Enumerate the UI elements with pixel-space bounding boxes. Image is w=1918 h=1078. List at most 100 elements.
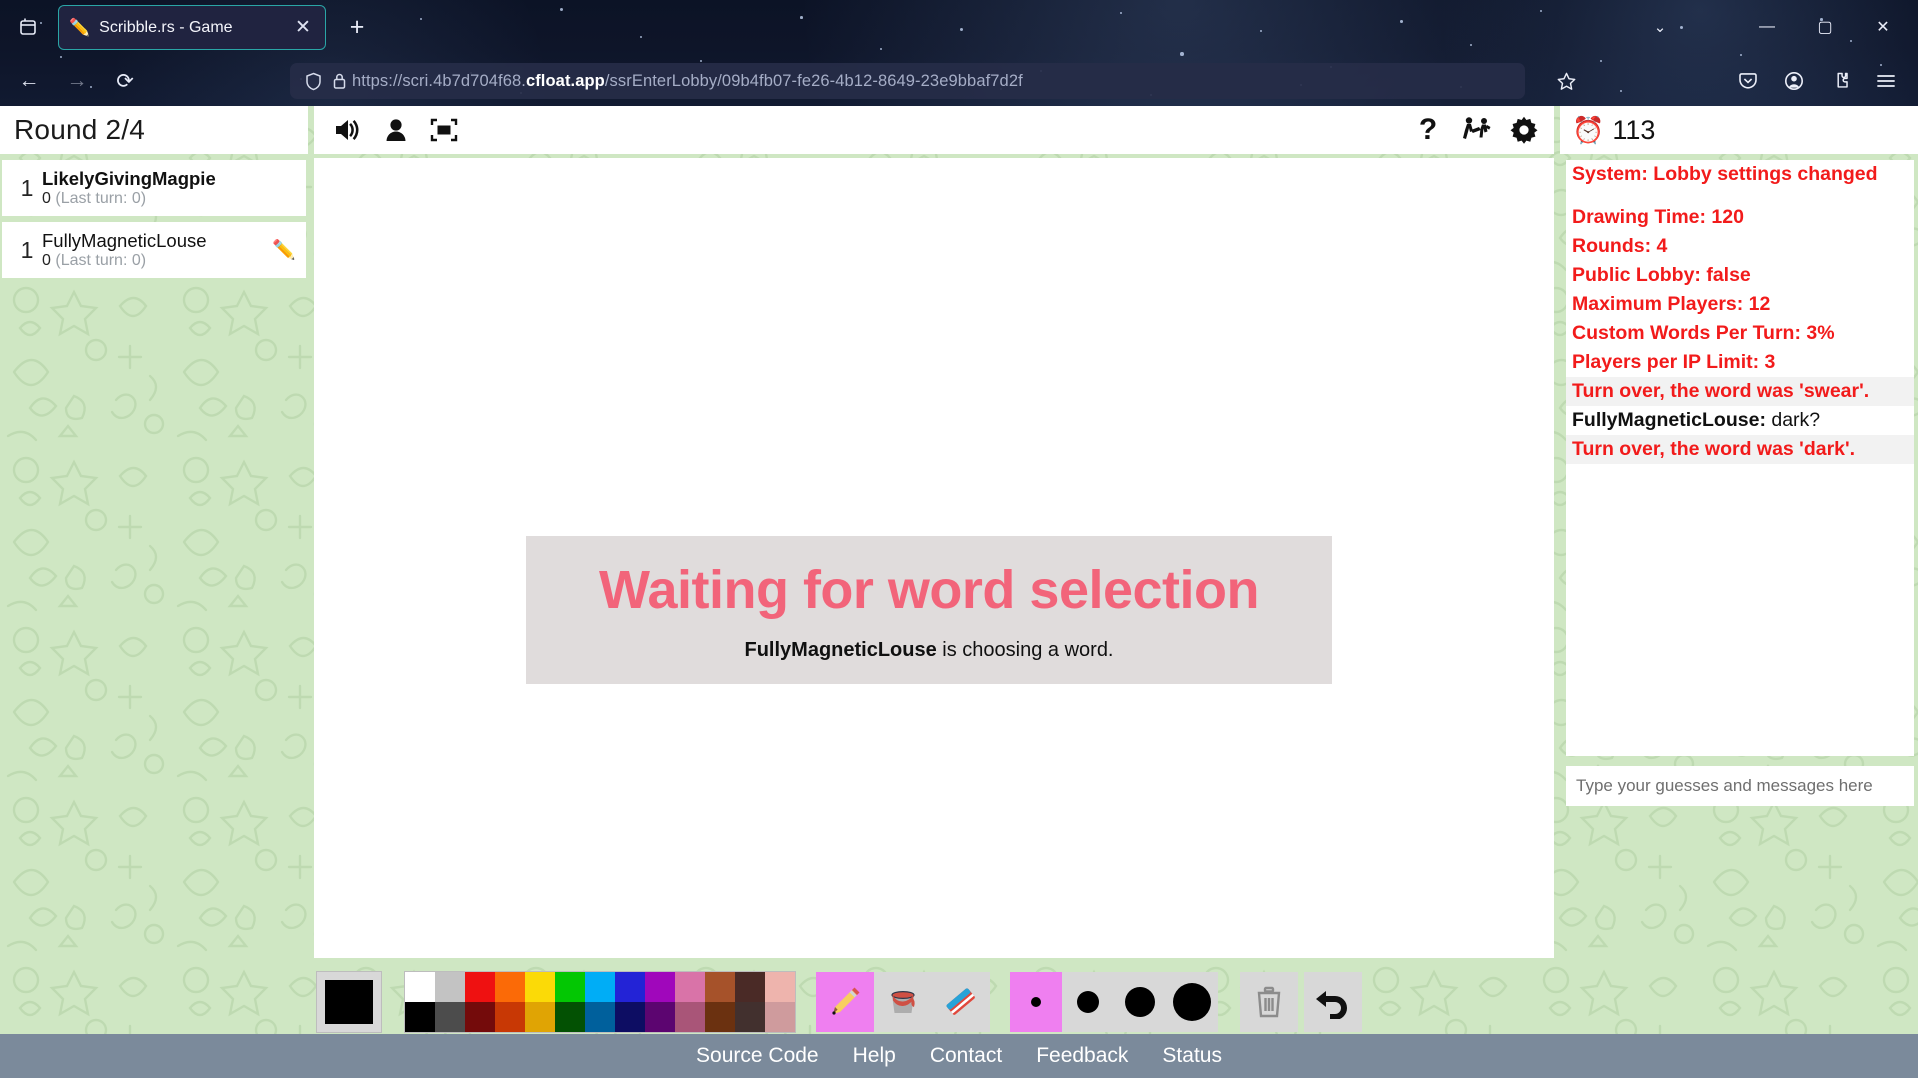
- player-rank: 1: [20, 174, 34, 201]
- chat-system-message: Public Lobby: false: [1572, 263, 1751, 286]
- window-maximize-button[interactable]: ▢: [1796, 7, 1854, 47]
- color-swatch-1-0[interactable]: [435, 972, 465, 1002]
- color-swatch-2-1[interactable]: [465, 1002, 495, 1032]
- back-button[interactable]: ←: [10, 62, 48, 100]
- color-swatch-7-0[interactable]: [615, 972, 645, 1002]
- list-all-tabs-chevron-down-icon[interactable]: ⌄: [1642, 10, 1678, 44]
- footer-link-contact[interactable]: Contact: [930, 1044, 1002, 1068]
- new-tab-button[interactable]: +: [340, 10, 374, 44]
- footer-link-status[interactable]: Status: [1162, 1044, 1222, 1068]
- alarm-clock-icon: ⏰: [1572, 114, 1605, 145]
- color-swatch-6-1[interactable]: [585, 1002, 615, 1032]
- color-swatch-3-0[interactable]: [495, 972, 525, 1002]
- brush-size-1[interactable]: [1010, 972, 1062, 1032]
- help-glyph: ?: [1418, 113, 1438, 146]
- chat-input[interactable]: [1566, 766, 1914, 806]
- drawing-toolbar: [314, 968, 1554, 1036]
- player-list-toggle-icon[interactable]: [372, 108, 420, 152]
- color-swatch-9-0[interactable]: [675, 972, 705, 1002]
- color-swatch-10-0[interactable]: [705, 972, 735, 1002]
- eraser-tool[interactable]: [932, 972, 990, 1032]
- brush-size-2[interactable]: [1062, 972, 1114, 1032]
- player-rank: 1: [20, 236, 34, 263]
- drawing-canvas[interactable]: Waiting for word selection FullyMagnetic…: [314, 158, 1554, 958]
- chat-user-message: FullyMagneticLouse: dark?: [1566, 406, 1914, 435]
- footer-link-source-code[interactable]: Source Code: [696, 1044, 819, 1068]
- round-timer: ⏰ 113: [1560, 106, 1918, 154]
- drawing-pencil-icon: ✏️: [272, 240, 296, 261]
- player-row[interactable]: 1 LikelyGivingMagpie 0 (Last turn: 0): [2, 160, 306, 216]
- scribblers-game-page: Round 2/4 1 LikelyGivingMagpie 0 (Last t…: [0, 106, 1918, 1078]
- player-last-turn: (Last turn: 0): [55, 189, 147, 207]
- color-swatch-10-1[interactable]: [705, 1002, 735, 1032]
- color-swatch-1-1[interactable]: [435, 1002, 465, 1032]
- color-swatch-3-1[interactable]: [495, 1002, 525, 1032]
- window-minimize-button[interactable]: —: [1738, 7, 1796, 47]
- kick-player-icon[interactable]: [1452, 108, 1500, 152]
- current-color-swatch[interactable]: [316, 971, 382, 1033]
- palette-column: [735, 972, 765, 1032]
- bookmark-star-icon[interactable]: [1548, 63, 1584, 99]
- window-close-button[interactable]: ✕: [1854, 7, 1912, 47]
- palette-column: [615, 972, 645, 1032]
- url-path: /ssrEnterLobby/09b4fb07-fe26-4b12-8649-2…: [604, 71, 1023, 90]
- color-swatch-6-0[interactable]: [585, 972, 615, 1002]
- pencil-tool[interactable]: [816, 972, 874, 1032]
- brush-size-3[interactable]: [1114, 972, 1166, 1032]
- color-swatch-2-0[interactable]: [465, 972, 495, 1002]
- settings-gear-icon[interactable]: [1500, 108, 1548, 152]
- clear-canvas-trash-icon[interactable]: [1240, 972, 1298, 1032]
- sound-toggle-icon[interactable]: [324, 108, 372, 152]
- player-name: LikelyGivingMagpie: [42, 167, 216, 189]
- color-swatch-11-0[interactable]: [735, 972, 765, 1002]
- undo-icon[interactable]: [1304, 972, 1362, 1032]
- reload-button[interactable]: ⟳: [106, 62, 144, 100]
- color-palette: [404, 971, 796, 1033]
- color-swatch-7-1[interactable]: [615, 1002, 645, 1032]
- url-prefix: https://scri.4b7d704f68.: [352, 71, 526, 90]
- account-icon[interactable]: [1776, 63, 1812, 99]
- color-swatch-0-1[interactable]: [405, 1002, 435, 1032]
- brush-size-dot: [1173, 983, 1211, 1021]
- palette-column: [435, 972, 465, 1032]
- chat-system-message: Maximum Players: 12: [1572, 292, 1771, 315]
- help-icon[interactable]: ?: [1404, 108, 1452, 152]
- extensions-icon[interactable]: [1822, 63, 1858, 99]
- app-menu-hamburger-icon[interactable]: [1868, 63, 1904, 99]
- color-swatch-0-0[interactable]: [405, 972, 435, 1002]
- fill-bucket-tool[interactable]: [874, 972, 932, 1032]
- player-score: 0 (Last turn: 0): [42, 252, 146, 269]
- player-row[interactable]: 1 FullyMagneticLouse 0 (Last turn: 0) ✏️: [2, 222, 306, 278]
- url-text: https://scri.4b7d704f68.cfloat.app/ssrEn…: [352, 72, 1023, 91]
- current-color-fill: [325, 980, 373, 1024]
- color-swatch-4-1[interactable]: [525, 1002, 555, 1032]
- chat-panel: ⏰ 113 System: Lobby settings changed Draw…: [1560, 106, 1918, 1078]
- palette-column: [525, 972, 555, 1032]
- color-swatch-8-1[interactable]: [645, 1002, 675, 1032]
- browser-tab-scribble[interactable]: ✏️ Scribble.rs - Game ✕: [58, 5, 326, 50]
- color-swatch-5-1[interactable]: [555, 1002, 585, 1032]
- color-swatch-5-0[interactable]: [555, 972, 585, 1002]
- color-swatch-9-1[interactable]: [675, 1002, 705, 1032]
- footer-link-help[interactable]: Help: [853, 1044, 896, 1068]
- game-toolbar-left: [324, 108, 468, 152]
- color-swatch-12-1[interactable]: [765, 1002, 795, 1032]
- footer-link-feedback[interactable]: Feedback: [1036, 1044, 1128, 1068]
- window-controls: — ▢ ✕: [1738, 7, 1912, 47]
- color-swatch-11-1[interactable]: [735, 1002, 765, 1032]
- waiting-drawer-name: FullyMagneticLouse: [744, 638, 937, 661]
- chat-text: dark?: [1765, 408, 1821, 431]
- url-bar[interactable]: https://scri.4b7d704f68.cfloat.app/ssrEn…: [290, 63, 1525, 99]
- palette-column: [555, 972, 585, 1032]
- player-info: FullyMagneticLouse 0 (Last turn: 0): [42, 230, 266, 270]
- player-last-turn: (Last turn: 0): [55, 251, 147, 269]
- firefox-view-icon[interactable]: [8, 7, 48, 47]
- color-swatch-12-0[interactable]: [765, 972, 795, 1002]
- tab-close-icon[interactable]: ✕: [291, 18, 315, 37]
- fullscreen-icon[interactable]: [420, 108, 468, 152]
- brush-size-4[interactable]: [1166, 972, 1218, 1032]
- color-swatch-4-0[interactable]: [525, 972, 555, 1002]
- color-swatch-8-0[interactable]: [645, 972, 675, 1002]
- forward-button[interactable]: →: [58, 62, 96, 100]
- pocket-icon[interactable]: [1730, 63, 1766, 99]
